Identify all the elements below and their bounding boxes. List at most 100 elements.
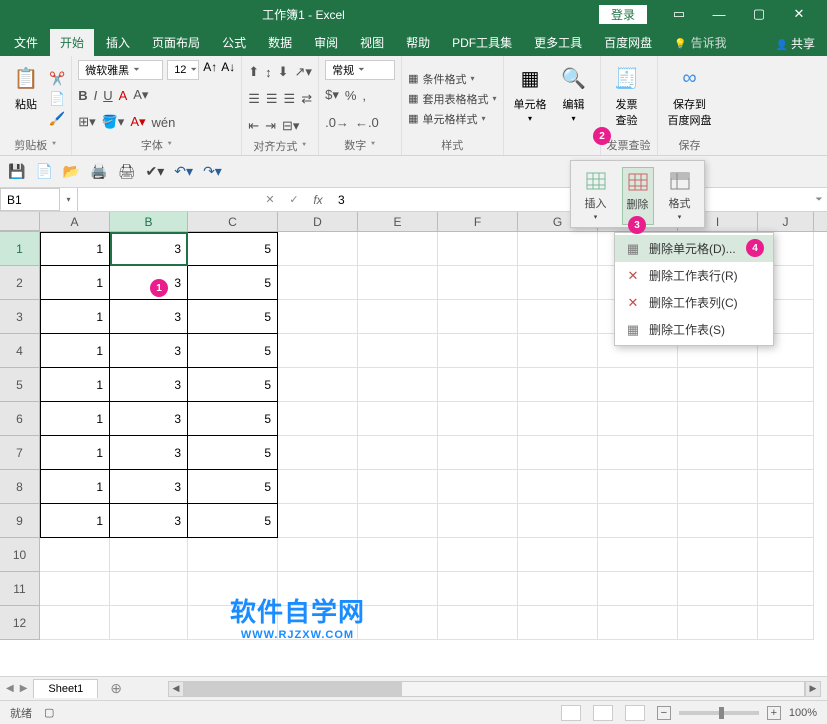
share-button[interactable]: 共享 <box>768 31 823 56</box>
minimize-button[interactable]: — <box>699 7 739 22</box>
ribbon-display-button[interactable]: ▭ <box>659 6 699 22</box>
cell[interactable] <box>438 300 518 334</box>
cell[interactable]: 5 <box>188 470 278 504</box>
zoom-in-button[interactable]: + <box>767 706 781 720</box>
cell[interactable] <box>188 538 278 572</box>
cell[interactable] <box>518 232 598 266</box>
decrease-decimal-icon[interactable]: ←.0 <box>355 115 379 130</box>
print-icon[interactable]: 🖨 <box>118 163 136 180</box>
cell[interactable] <box>678 436 758 470</box>
cell[interactable] <box>278 232 358 266</box>
row-header[interactable]: 12 <box>0 606 40 640</box>
font-shrink-icon[interactable]: A↓ <box>221 60 235 80</box>
cell[interactable] <box>278 402 358 436</box>
column-header[interactable]: D <box>278 212 358 231</box>
scroll-right-icon[interactable]: ▶ <box>805 681 821 697</box>
name-box-dropdown[interactable]: ▾ <box>60 188 78 211</box>
cell[interactable] <box>278 436 358 470</box>
merge-icon[interactable]: ⊟▾ <box>282 118 299 134</box>
tab-formulas[interactable]: 公式 <box>212 29 256 56</box>
cell[interactable] <box>678 538 758 572</box>
tab-home[interactable]: 开始 <box>50 29 94 56</box>
wrap-text-icon[interactable]: ⇄ <box>301 91 312 107</box>
cell[interactable] <box>758 402 814 436</box>
normal-view-button[interactable] <box>561 705 581 721</box>
cell[interactable] <box>598 572 678 606</box>
percent-icon[interactable]: % <box>345 88 357 103</box>
tab-insert[interactable]: 插入 <box>96 29 140 56</box>
format-painter-icon[interactable]: 🖌️ <box>49 111 65 127</box>
macro-record-icon[interactable]: ▢ <box>44 706 54 719</box>
fill-color-icon[interactable]: 🪣▾ <box>102 114 125 130</box>
underline-icon[interactable]: U <box>103 88 112 103</box>
cell[interactable] <box>40 538 110 572</box>
cell-styles-button[interactable]: ▦单元格样式 <box>408 110 496 128</box>
cell[interactable] <box>358 538 438 572</box>
cell[interactable] <box>598 538 678 572</box>
cell[interactable]: 3 <box>110 334 188 368</box>
zoom-out-button[interactable]: − <box>657 706 671 720</box>
increase-decimal-icon[interactable]: .0→ <box>325 115 349 130</box>
scroll-left-icon[interactable]: ◀ <box>168 681 184 697</box>
print-preview-icon[interactable]: 🖨️ <box>90 163 107 180</box>
cell[interactable] <box>438 538 518 572</box>
align-left-icon[interactable]: ☰ <box>248 91 260 107</box>
save-icon[interactable]: 💾 <box>8 163 25 180</box>
column-header[interactable]: B <box>110 212 188 231</box>
enter-icon[interactable]: ✓ <box>282 193 306 206</box>
cell[interactable] <box>438 572 518 606</box>
cell[interactable]: 3 <box>110 436 188 470</box>
cell[interactable] <box>518 266 598 300</box>
cell[interactable] <box>598 368 678 402</box>
delete-sheet-menu-item[interactable]: ▦ 删除工作表(S) <box>615 316 773 343</box>
bold-icon[interactable]: B <box>78 88 87 103</box>
borders-icon[interactable]: ⊞▾ <box>78 114 95 130</box>
row-header[interactable]: 7 <box>0 436 40 470</box>
cell[interactable] <box>358 368 438 402</box>
cell[interactable] <box>278 504 358 538</box>
cell[interactable] <box>758 606 814 640</box>
cell[interactable] <box>758 436 814 470</box>
row-header[interactable]: 3 <box>0 300 40 334</box>
font-label[interactable]: 字体 <box>78 137 235 153</box>
tab-file[interactable]: 文件 <box>4 29 48 56</box>
row-header[interactable]: 2 <box>0 266 40 300</box>
cell[interactable] <box>678 606 758 640</box>
open-icon[interactable]: 📂 <box>63 163 80 180</box>
name-box[interactable]: B1 <box>0 188 60 211</box>
orientation-icon[interactable]: ↗▾ <box>295 64 312 80</box>
cell[interactable]: 3 <box>110 300 188 334</box>
cell[interactable]: 1 <box>40 402 110 436</box>
page-layout-view-button[interactable] <box>593 705 613 721</box>
cell[interactable] <box>438 436 518 470</box>
tab-data[interactable]: 数据 <box>258 29 302 56</box>
clipboard-label[interactable]: 剪贴板 <box>6 137 65 153</box>
cell[interactable] <box>518 334 598 368</box>
zoom-slider[interactable] <box>679 711 759 715</box>
cell[interactable]: 5 <box>188 232 278 266</box>
align-middle-icon[interactable]: ↕ <box>265 65 272 80</box>
cut-icon[interactable]: ✂️ <box>49 71 65 87</box>
cell[interactable]: 1 <box>40 470 110 504</box>
tell-me[interactable]: 告诉我 <box>664 29 736 56</box>
cell[interactable] <box>358 436 438 470</box>
cell[interactable] <box>758 368 814 402</box>
font-size-select[interactable]: 12 <box>167 60 199 80</box>
scroll-track[interactable] <box>184 681 805 697</box>
column-header[interactable]: F <box>438 212 518 231</box>
formula-expand-icon[interactable]: ⏷ <box>811 194 827 205</box>
cell[interactable]: 1 <box>40 436 110 470</box>
cell[interactable] <box>438 402 518 436</box>
sheet-nav-first-icon[interactable]: ◀ <box>6 683 14 694</box>
cell[interactable] <box>358 470 438 504</box>
cell[interactable]: 5 <box>188 504 278 538</box>
cell[interactable] <box>598 402 678 436</box>
horizontal-scrollbar[interactable]: ◀ ▶ <box>168 681 821 697</box>
cell[interactable] <box>358 334 438 368</box>
cell[interactable]: 1 <box>40 266 110 300</box>
cell[interactable] <box>758 538 814 572</box>
tab-baidu[interactable]: 百度网盘 <box>594 29 662 56</box>
cell[interactable]: 1 <box>40 232 110 266</box>
cell[interactable] <box>518 572 598 606</box>
cell[interactable] <box>438 266 518 300</box>
